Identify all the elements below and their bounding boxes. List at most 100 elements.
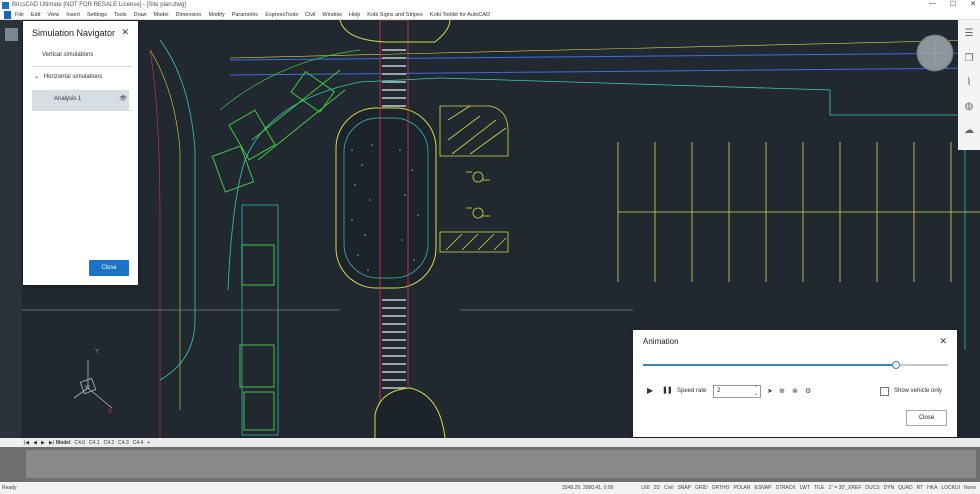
cursor-coordinates: 3348.29, 3080.41, 0.00: [562, 485, 614, 491]
speed-rate-label: Speed rate: [677, 388, 707, 394]
last-tab-icon[interactable]: ▶|: [49, 440, 54, 446]
menu-bar: File Edit View Insert Settings Tools Dra…: [0, 10, 980, 20]
layers-icon[interactable]: [5, 28, 18, 41]
status-toggle[interactable]: GRID: [695, 485, 708, 491]
add-layout-tab[interactable]: +: [147, 440, 150, 446]
tab-c4-3[interactable]: C4.3: [118, 440, 129, 446]
settings-icon[interactable]: ⚙: [805, 387, 811, 395]
menu-kobi-toolkit[interactable]: Kobi Toolkit for AutoCAD: [430, 12, 490, 18]
close-button[interactable]: Close: [906, 410, 947, 426]
status-toggle[interactable]: DUCS: [865, 485, 879, 491]
analysis-1-item[interactable]: Analysis 1 👁: [32, 90, 129, 110]
animation-progress-track[interactable]: [643, 361, 948, 369]
simulation-navigator-panel: Simulation Navigator ✕ Vertical simulati…: [23, 21, 138, 285]
tab-model[interactable]: Model: [56, 440, 70, 446]
close-icon[interactable]: ✕: [121, 27, 129, 38]
menu-kobi-signs[interactable]: Kobi Signs and Stripes: [367, 12, 423, 18]
maximize-button[interactable]: ☐: [950, 0, 956, 8]
status-toggle[interactable]: Civil: [664, 485, 673, 491]
status-toggle[interactable]: STRACK: [775, 485, 795, 491]
light-icon[interactable]: ◍: [963, 101, 975, 113]
documents-icon[interactable]: ❐: [963, 53, 975, 65]
add-icon[interactable]: ⊕: [779, 387, 785, 395]
tab-c4-0[interactable]: C4.0: [74, 440, 85, 446]
first-tab-icon[interactable]: |◀: [24, 440, 29, 446]
status-toggle[interactable]: 1" = 30'_XREF: [828, 485, 861, 491]
eye-icon[interactable]: 👁: [119, 95, 127, 102]
status-toggle[interactable]: ORTHO: [712, 485, 730, 491]
title-bar: BricsCAD Ultimate [NOT FOR RESALE Licens…: [0, 0, 980, 10]
tab-c4-1[interactable]: C4.1: [89, 440, 100, 446]
app-icon: [2, 1, 9, 9]
analysis-label: Analysis 1: [54, 96, 82, 102]
cloud-icon[interactable]: ☁: [963, 125, 975, 137]
animation-progress-handle[interactable]: [892, 361, 901, 369]
divider: [32, 66, 132, 67]
tab-c4-2[interactable]: C4.2: [104, 440, 115, 446]
pointer-icon[interactable]: ➤: [767, 387, 773, 395]
status-toggle[interactable]: LOCKUI: [941, 485, 960, 491]
right-toolbar: ☰ ❐ ⌇ ◍ ☁: [958, 20, 980, 150]
menu-file[interactable]: File: [15, 12, 24, 18]
status-toggle[interactable]: POLAR: [734, 485, 751, 491]
next-tab-icon[interactable]: ▶: [41, 440, 45, 446]
show-vehicle-checkbox[interactable]: [880, 387, 889, 396]
menu-parametric[interactable]: Parametric: [232, 12, 259, 18]
play-icon[interactable]: ▶: [647, 386, 653, 395]
tab-c4-4[interactable]: C4.4: [133, 440, 144, 446]
menu-tools[interactable]: Tools: [114, 12, 127, 18]
status-toggles: L60 2D Civil SNAP GRID ORTHO POLAR ESNAP STRACK L…: [641, 485, 976, 491]
menu-draw[interactable]: Draw: [134, 12, 147, 18]
animation-title: Animation: [643, 337, 679, 346]
menu-window[interactable]: Window: [322, 12, 342, 18]
status-toggle[interactable]: ESNAP: [755, 485, 772, 491]
menu-view[interactable]: View: [47, 12, 59, 18]
pause-icon[interactable]: ❚❚: [662, 386, 673, 394]
status-toggle[interactable]: None: [964, 485, 976, 491]
menu-help[interactable]: Help: [349, 12, 360, 18]
status-toggle[interactable]: HKA: [927, 485, 937, 491]
horizontal-simulations-item[interactable]: ⌄ Horizontal simulations: [23, 73, 138, 80]
vertical-simulations-item[interactable]: Vertical simulations: [23, 52, 138, 58]
animation-panel: Animation ✕ ▶ ❚❚ Speed rate 2 ⌃ ⌄ ➤ ⊕ ⊗ …: [633, 330, 957, 437]
chevron-down-icon[interactable]: ⌄: [34, 74, 39, 80]
status-toggle[interactable]: DYN: [884, 485, 895, 491]
menu-edit[interactable]: Edit: [31, 12, 40, 18]
status-toggle[interactable]: RT: [917, 485, 924, 491]
menu-expresstools[interactable]: ExpressTools: [265, 12, 298, 18]
prev-tab-icon[interactable]: ◀: [33, 440, 37, 446]
close-icon[interactable]: ✕: [939, 336, 947, 347]
status-toggle[interactable]: TILE: [814, 485, 825, 491]
menu-civil[interactable]: Civil: [305, 12, 315, 18]
svg-text:Y: Y: [95, 349, 99, 355]
menu-modify[interactable]: Modify: [208, 12, 224, 18]
close-button[interactable]: Close: [89, 260, 129, 276]
status-toggle[interactable]: QUAD: [898, 485, 912, 491]
horizontal-simulations-label: Horizontal simulations: [43, 74, 103, 80]
svg-text:X: X: [108, 409, 112, 415]
left-toolbar: [0, 20, 22, 438]
status-toggle[interactable]: SNAP: [677, 485, 691, 491]
menu-settings[interactable]: Settings: [87, 12, 107, 18]
properties-icon[interactable]: ☰: [963, 28, 975, 40]
close-window-button[interactable]: ✕: [970, 0, 976, 8]
app-logo-icon[interactable]: [4, 10, 11, 19]
status-toggle[interactable]: 2D: [654, 485, 660, 491]
simulation-navigator-title: Simulation Navigator: [32, 28, 116, 38]
minimize-button[interactable]: —: [929, 0, 936, 8]
status-toggle[interactable]: L60: [641, 485, 649, 491]
cancel-icon[interactable]: ⊗: [792, 387, 798, 395]
attach-icon[interactable]: ⌇: [963, 77, 975, 89]
status-toggle[interactable]: LWT: [800, 485, 810, 491]
menu-dimension[interactable]: Dimension: [176, 12, 202, 18]
speed-rate-input[interactable]: 2 ⌃ ⌄: [713, 385, 761, 398]
animation-progress-fill: [643, 364, 897, 366]
spin-down-icon[interactable]: ⌄: [754, 391, 758, 398]
menu-insert[interactable]: Insert: [66, 12, 80, 18]
menu-model[interactable]: Model: [154, 12, 169, 18]
divider: [32, 110, 132, 111]
window-controls: — ☐ ✕: [929, 0, 976, 8]
command-line[interactable]: [26, 450, 976, 478]
command-line-area: [0, 447, 980, 482]
speed-stepper[interactable]: ⌃ ⌄: [754, 385, 758, 398]
